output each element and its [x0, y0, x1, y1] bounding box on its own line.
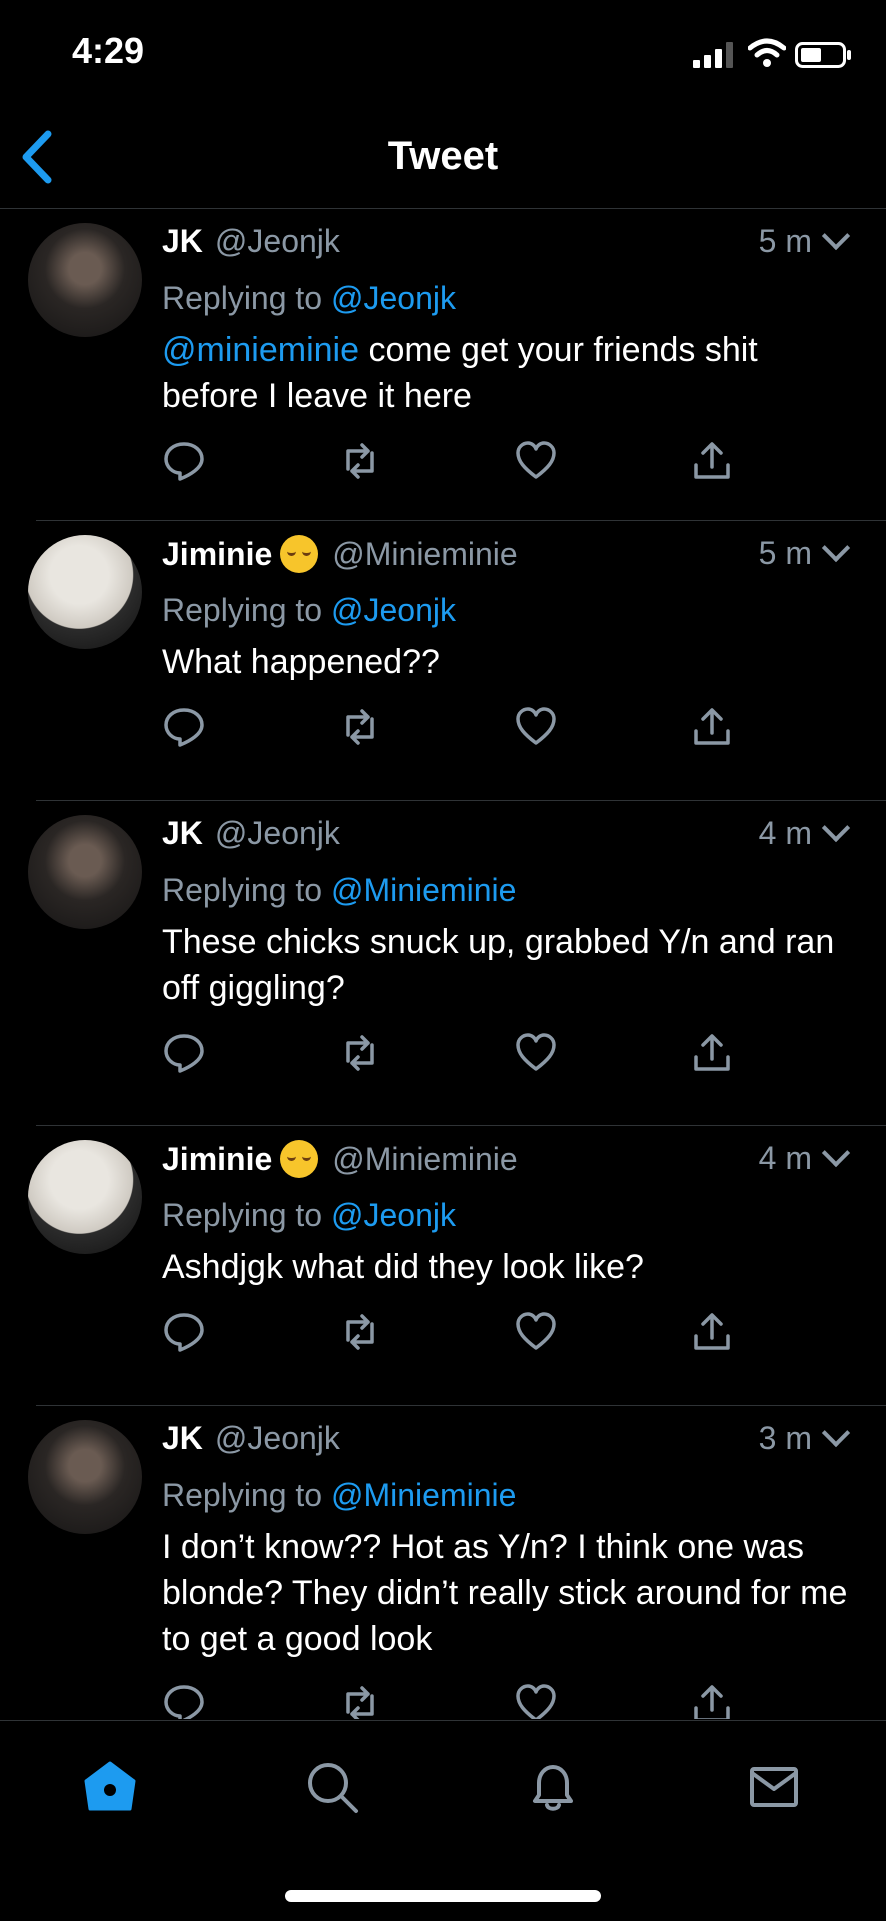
- reply-icon[interactable]: [162, 1682, 206, 1719]
- avatar[interactable]: [28, 535, 142, 649]
- home-indicator[interactable]: [285, 1890, 601, 1902]
- share-icon[interactable]: [690, 1031, 734, 1075]
- replying-to: Replying to @Jeonjk: [162, 592, 456, 628]
- like-icon[interactable]: [514, 705, 558, 749]
- chevron-down-icon[interactable]: [821, 533, 851, 563]
- header: Tweet: [0, 110, 886, 209]
- retweet-icon[interactable]: [338, 439, 382, 483]
- tweet-time: 4 m: [759, 1138, 862, 1177]
- status-bar: 4:29: [0, 0, 886, 110]
- messages-icon[interactable]: [744, 1757, 804, 1817]
- chevron-down-icon[interactable]: [821, 1138, 851, 1168]
- replying-to: Replying to @Minieminie: [162, 1477, 517, 1513]
- avatar[interactable]: [28, 1140, 142, 1254]
- tweet[interactable]: Jiminie @Minieminie 4 m Replying to @Jeon…: [28, 1126, 886, 1406]
- user-handle[interactable]: @Minieminie: [332, 536, 517, 572]
- battery-icon: [795, 42, 851, 68]
- wifi-icon: [748, 38, 786, 67]
- reply-mention-link[interactable]: @Minieminie: [331, 1477, 516, 1513]
- like-icon[interactable]: [514, 1682, 558, 1719]
- display-name[interactable]: JK: [162, 1420, 203, 1456]
- share-icon[interactable]: [690, 1682, 734, 1719]
- display-name[interactable]: Jiminie: [162, 536, 272, 572]
- tweet-time: 3 m: [759, 1418, 862, 1457]
- tweet[interactable]: JK @Jeonjk 4 m Replying to @Minieminie Th…: [28, 801, 886, 1126]
- avatar[interactable]: [28, 1420, 142, 1534]
- reply-mention-link[interactable]: @Jeonjk: [331, 592, 456, 628]
- search-icon[interactable]: [302, 1757, 362, 1817]
- tweet-actions: [162, 419, 862, 511]
- tweet-thread: JK @Jeonjk 5 m Replying to @Jeonjk @minie…: [0, 209, 886, 1719]
- user-handle[interactable]: @Minieminie: [332, 1141, 517, 1177]
- avatar[interactable]: [28, 815, 142, 929]
- reply-icon[interactable]: [162, 1310, 206, 1354]
- reply-mention-link[interactable]: @Jeonjk: [331, 280, 456, 316]
- tweet-text: Ashdjgk what did they look like?: [162, 1248, 644, 1286]
- reply-icon[interactable]: [162, 439, 206, 483]
- reply-icon[interactable]: [162, 705, 206, 749]
- page-title: Tweet: [387, 134, 499, 178]
- avatar[interactable]: [28, 223, 142, 337]
- tweet-time: 4 m: [759, 813, 862, 852]
- retweet-icon[interactable]: [338, 1310, 382, 1354]
- mention-link[interactable]: @minieminie: [162, 331, 359, 369]
- display-name[interactable]: JK: [162, 815, 203, 851]
- retweet-icon[interactable]: [338, 1031, 382, 1075]
- like-icon[interactable]: [514, 439, 558, 483]
- tweet-text: I don’t know?? Hot as Y/n? I think one w…: [162, 1528, 848, 1658]
- tweet[interactable]: JK @Jeonjk 5 m Replying to @Jeonjk @minie…: [28, 209, 886, 521]
- signal-icon: [693, 42, 733, 68]
- chevron-down-icon[interactable]: [821, 1418, 851, 1448]
- tab-bar: [0, 1720, 886, 1921]
- user-handle[interactable]: @Jeonjk: [215, 1420, 340, 1456]
- display-name[interactable]: JK: [162, 223, 203, 259]
- tweet-actions: [162, 685, 862, 777]
- share-icon[interactable]: [690, 705, 734, 749]
- notifications-icon[interactable]: [523, 1757, 583, 1817]
- tweet-actions: [162, 1011, 862, 1103]
- tweet[interactable]: JK @Jeonjk 3 m Replying to @Minieminie I …: [28, 1406, 886, 1719]
- retweet-icon[interactable]: [338, 1682, 382, 1719]
- reply-mention-link[interactable]: @Minieminie: [331, 872, 516, 908]
- share-icon[interactable]: [690, 439, 734, 483]
- relieved-face-icon: [280, 1140, 319, 1178]
- replying-to: Replying to @Jeonjk: [162, 1197, 456, 1233]
- home-icon[interactable]: [80, 1757, 140, 1817]
- user-handle[interactable]: @Jeonjk: [215, 815, 340, 851]
- tweet-actions: [162, 1290, 862, 1382]
- display-name[interactable]: Jiminie: [162, 1141, 272, 1177]
- tweet[interactable]: Jiminie @Minieminie 5 m Replying to @Jeon…: [28, 521, 886, 801]
- share-icon[interactable]: [690, 1310, 734, 1354]
- replying-to: Replying to @Jeonjk: [162, 280, 456, 316]
- tweet-time: 5 m: [759, 221, 862, 260]
- tweet-text: @minieminie come get your friends shit b…: [162, 331, 758, 415]
- tweet-text: These chicks snuck up, grabbed Y/n and r…: [162, 923, 835, 1007]
- chevron-down-icon[interactable]: [821, 221, 851, 251]
- relieved-face-icon: [280, 535, 319, 573]
- status-time: 4:29: [72, 30, 145, 71]
- reply-mention-link[interactable]: @Jeonjk: [331, 1197, 456, 1233]
- chevron-down-icon[interactable]: [821, 813, 851, 843]
- tweet-time: 5 m: [759, 533, 862, 572]
- retweet-icon[interactable]: [338, 705, 382, 749]
- user-handle[interactable]: @Jeonjk: [215, 223, 340, 259]
- reply-icon[interactable]: [162, 1031, 206, 1075]
- tweet-text: What happened??: [162, 643, 440, 681]
- like-icon[interactable]: [514, 1031, 558, 1075]
- replying-to: Replying to @Minieminie: [162, 872, 517, 908]
- like-icon[interactable]: [514, 1310, 558, 1354]
- tweet-actions: [162, 1662, 862, 1719]
